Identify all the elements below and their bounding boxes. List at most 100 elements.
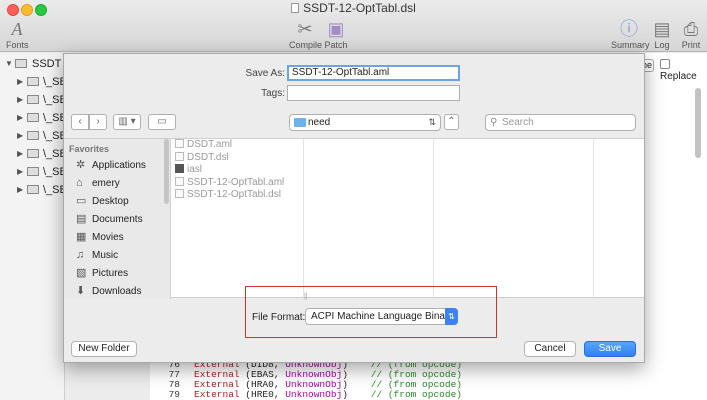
tags-field[interactable] bbox=[287, 85, 460, 101]
print-button[interactable]: ⎙ Print bbox=[680, 18, 702, 50]
chevron-right-icon: › bbox=[96, 116, 100, 127]
new-folder-icon-button[interactable]: ▭ bbox=[148, 114, 176, 130]
tree-item[interactable]: ▶ \_SB. bbox=[0, 163, 70, 181]
code-view[interactable]: 76 External (DID8, UnknownObj) // (from o… bbox=[150, 360, 640, 400]
columns-view-icon: ▥ ▾ bbox=[118, 116, 136, 127]
empty-column bbox=[434, 139, 594, 299]
folder-icon bbox=[27, 113, 39, 122]
desktop-icon: ▭ bbox=[76, 195, 87, 207]
file-icon bbox=[175, 189, 184, 198]
view-mode-button[interactable]: ▥ ▾ bbox=[113, 114, 141, 130]
browser-toolbar: ‹ › ▥ ▾ ▭ need ⇅ ⌃ ⚲ Search bbox=[64, 111, 644, 135]
disclosure-closed-icon[interactable]: ▶ bbox=[17, 181, 23, 199]
executable-icon bbox=[175, 164, 184, 173]
favorite-item[interactable]: ✲ Applications bbox=[76, 157, 146, 173]
file-item[interactable]: iasl bbox=[171, 164, 303, 177]
documents-icon: ▤ bbox=[76, 213, 87, 225]
tree-item[interactable]: ▶ \_SB. bbox=[0, 181, 70, 199]
file-item[interactable]: DSDT.aml bbox=[171, 139, 303, 152]
file-format-popup[interactable]: ACPI Machine Language Binary ⇅ bbox=[305, 308, 458, 325]
replace-toggle[interactable]: Replace bbox=[660, 59, 707, 82]
replace-checkbox[interactable] bbox=[660, 59, 670, 69]
favorites-header: Favorites bbox=[69, 144, 110, 154]
disclosure-closed-icon[interactable]: ▶ bbox=[17, 145, 23, 163]
favorite-item[interactable]: ▦ Movies bbox=[76, 229, 124, 245]
file-icon bbox=[175, 151, 184, 161]
file-column[interactable]: DSDT.aml DSDT.dsl iasl SSDT-12-OptTabl.aml S… bbox=[171, 139, 304, 299]
downloads-icon: ⬇ bbox=[76, 285, 86, 297]
new-folder-button[interactable]: New Folder bbox=[71, 341, 137, 357]
folder-icon bbox=[27, 95, 39, 104]
compile-icon: ✂ bbox=[297, 19, 313, 39]
file-browser: Favorites ✲ Applications ⌂ emery ▭ Desktop ▤ Do… bbox=[64, 138, 644, 300]
fonts-button[interactable]: A Fonts bbox=[6, 18, 29, 50]
save-as-field[interactable]: SSDT-12-OptTabl.aml bbox=[287, 65, 460, 81]
fonts-icon: A bbox=[11, 19, 23, 39]
applications-icon: ✲ bbox=[76, 159, 86, 171]
acpi-tree: ▼ SSDT ▶ \_SB. ▶ \_SB. ▶ \_SB. ▶ \_SB. ▶ \_SB. ▶ \_… bbox=[0, 53, 70, 400]
file-item[interactable]: SSDT-12-OptTabl.dsl bbox=[171, 189, 303, 202]
favorite-item[interactable]: ⬇ Downloads bbox=[76, 283, 141, 299]
music-icon: ♫ bbox=[76, 249, 85, 261]
disclosure-open-icon[interactable]: ▼ bbox=[5, 55, 13, 73]
updown-chevron-icon: ⇅ bbox=[445, 308, 458, 325]
file-item[interactable]: DSDT.dsl bbox=[171, 151, 303, 165]
sidebar-scrollbar[interactable] bbox=[164, 139, 169, 204]
disclosure-closed-icon[interactable]: ▶ bbox=[17, 127, 23, 145]
file-format-highlight: File Format: ACPI Machine Language Binar… bbox=[245, 286, 497, 338]
tree-item[interactable]: ▶ \_SB. bbox=[0, 91, 70, 109]
document-icon bbox=[291, 3, 300, 13]
patch-icon: ▣ bbox=[327, 19, 345, 39]
tree-item[interactable]: ▶ \_SB. bbox=[0, 109, 70, 127]
editor-area[interactable]: ne Replace bbox=[640, 53, 707, 400]
favorite-item[interactable]: ▧ Pictures bbox=[76, 265, 128, 281]
chevron-left-icon: ‹ bbox=[78, 116, 82, 127]
folder-icon bbox=[15, 59, 27, 68]
log-button[interactable]: ▤ Log bbox=[652, 18, 672, 50]
movies-icon: ▦ bbox=[76, 231, 87, 243]
window-title: SSDT-12-OptTabl.dsl bbox=[0, 1, 707, 15]
pictures-icon: ▧ bbox=[76, 267, 87, 279]
favorite-item[interactable]: ⌂ emery bbox=[76, 175, 120, 191]
chevron-up-icon: ⌃ bbox=[447, 116, 456, 127]
disclosure-closed-icon[interactable]: ▶ bbox=[17, 91, 23, 109]
folder-add-icon: ▭ bbox=[157, 116, 167, 127]
folder-icon bbox=[27, 185, 39, 194]
folder-icon bbox=[27, 167, 39, 176]
cancel-button[interactable]: Cancel bbox=[524, 341, 576, 357]
forward-button[interactable]: › bbox=[89, 114, 107, 130]
tree-item[interactable]: ▶ \_SB. bbox=[0, 73, 70, 91]
back-button[interactable]: ‹ bbox=[71, 114, 89, 130]
search-icon: ⚲ bbox=[490, 117, 498, 128]
updown-chevron-icon: ⇅ bbox=[428, 117, 436, 127]
tree-root[interactable]: ▼ SSDT bbox=[0, 55, 64, 73]
location-popup[interactable]: need ⇅ bbox=[289, 114, 441, 131]
folder-icon bbox=[294, 118, 306, 127]
favorite-item[interactable]: ▤ Documents bbox=[76, 211, 143, 227]
folder-icon bbox=[27, 77, 39, 86]
summary-button[interactable]: ⓘ Summary bbox=[611, 18, 650, 50]
compile-button[interactable]: ✂ Compile bbox=[289, 18, 322, 50]
log-icon: ▤ bbox=[653, 19, 671, 39]
file-format-label: File Format: bbox=[252, 312, 306, 323]
search-input[interactable]: ⚲ Search bbox=[485, 114, 636, 131]
tags-label: Tags: bbox=[261, 88, 285, 99]
favorites-sidebar: Favorites ✲ Applications ⌂ emery ▭ Desktop ▤ Do… bbox=[64, 139, 171, 299]
tree-item[interactable]: ▶ \_SB. bbox=[0, 145, 70, 163]
patch-button[interactable]: ▣ Patch bbox=[323, 18, 349, 50]
editor-scrollbar[interactable] bbox=[695, 88, 701, 158]
save-dialog: Save As: SSDT-12-OptTabl.aml Tags: ‹ › ▥… bbox=[63, 53, 645, 363]
favorite-item[interactable]: ♫ Music bbox=[76, 247, 118, 263]
disclosure-closed-icon[interactable]: ▶ bbox=[17, 73, 23, 91]
window-titlebar: SSDT-12-OptTabl.dsl A Fonts ✂ Compile ▣ … bbox=[0, 0, 707, 52]
file-item[interactable]: SSDT-12-OptTabl.aml bbox=[171, 176, 303, 190]
tree-item[interactable]: ▶ \_SB. bbox=[0, 127, 70, 145]
save-button[interactable]: Save bbox=[584, 341, 636, 357]
favorite-item[interactable]: ▭ Desktop bbox=[76, 193, 129, 209]
file-icon bbox=[175, 176, 184, 186]
collapse-button[interactable]: ⌃ bbox=[444, 114, 459, 130]
save-as-label: Save As: bbox=[245, 68, 285, 79]
disclosure-closed-icon[interactable]: ▶ bbox=[17, 163, 23, 181]
empty-column bbox=[304, 139, 434, 299]
disclosure-closed-icon[interactable]: ▶ bbox=[17, 109, 23, 127]
